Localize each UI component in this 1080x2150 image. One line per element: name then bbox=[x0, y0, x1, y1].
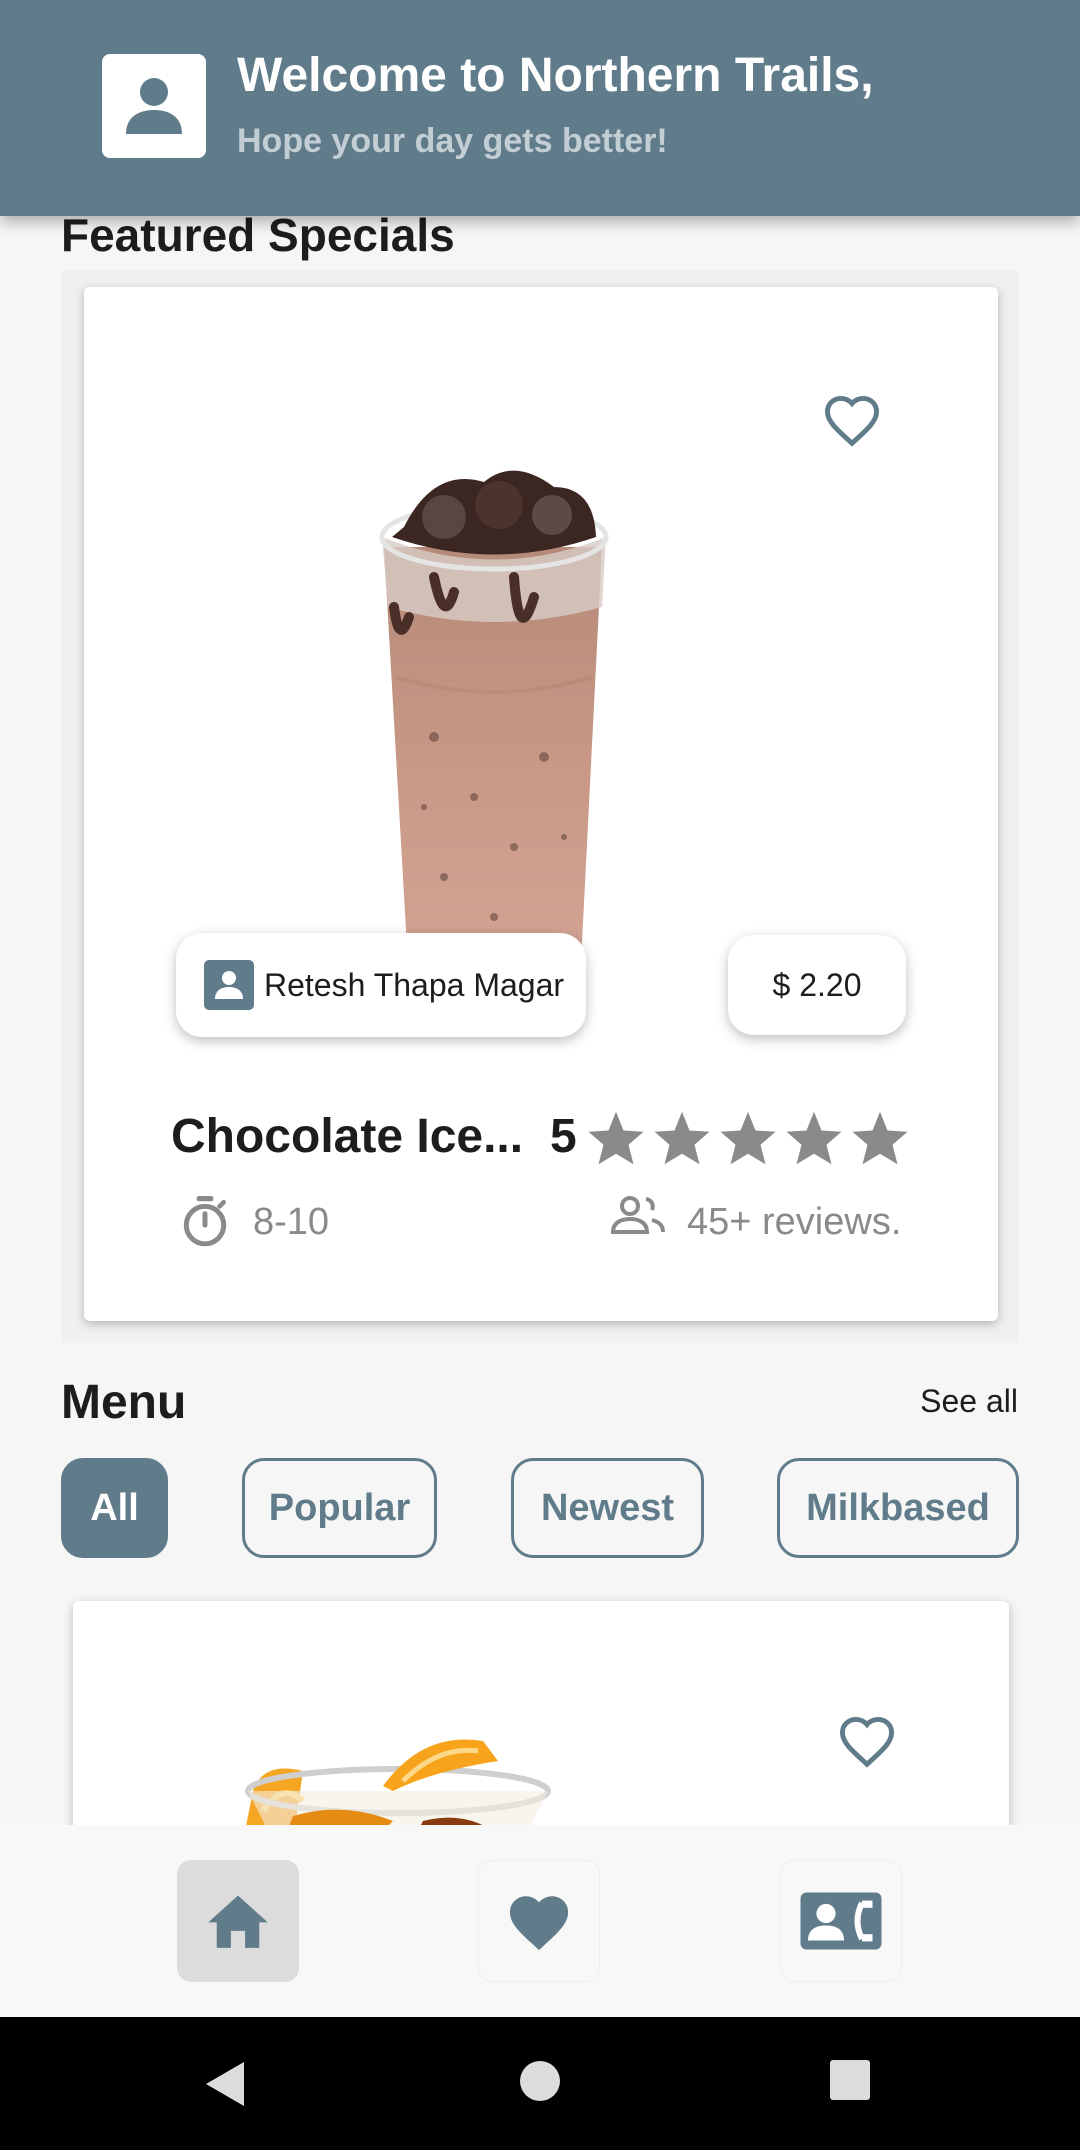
star-icon bbox=[720, 1111, 776, 1165]
menu-item-card[interactable] bbox=[73, 1601, 1009, 1831]
heart-outline-icon bbox=[839, 1716, 895, 1768]
system-navigation-bar bbox=[0, 2017, 1080, 2150]
author-chip: Retesh Thapa Magar bbox=[176, 933, 586, 1037]
drink-image bbox=[245, 1739, 551, 1831]
heart-icon bbox=[509, 1896, 569, 1951]
home-icon bbox=[208, 1895, 268, 1948]
star-icon bbox=[588, 1111, 644, 1165]
featured-section-title: Featured Specials bbox=[61, 209, 455, 261]
nav-contact-button[interactable] bbox=[780, 1860, 902, 1982]
contact-phone-icon bbox=[800, 1892, 882, 1950]
account-box-icon[interactable] bbox=[102, 54, 206, 158]
star-rating bbox=[586, 1109, 910, 1167]
item-name: Chocolate Ice... bbox=[171, 1110, 524, 1163]
menu-section-title: Menu bbox=[61, 1376, 187, 1429]
favorite-button[interactable] bbox=[829, 1703, 905, 1779]
people-icon bbox=[610, 1196, 665, 1234]
prep-time: 8-10 bbox=[253, 1201, 330, 1243]
drink-image bbox=[379, 470, 609, 990]
star-icon bbox=[654, 1111, 710, 1165]
reviews-count: 45+ reviews. bbox=[687, 1201, 902, 1243]
filter-newest[interactable]: Newest bbox=[511, 1458, 704, 1558]
welcome-subtitle: Hope your day gets better! bbox=[237, 122, 668, 160]
app-header: Welcome to Northern Trails, Hope your da… bbox=[0, 0, 1080, 216]
back-icon[interactable] bbox=[202, 2059, 248, 2109]
home-circle-icon[interactable] bbox=[518, 2059, 562, 2103]
author-name: Retesh Thapa Magar bbox=[264, 966, 565, 1003]
heart-outline-icon bbox=[824, 395, 880, 447]
filter-milkbased[interactable]: Milkbased bbox=[777, 1458, 1019, 1558]
star-icon bbox=[852, 1111, 908, 1165]
filter-all[interactable]: All bbox=[61, 1458, 168, 1558]
star-icon bbox=[786, 1111, 842, 1165]
rating-value: 5 bbox=[550, 1110, 577, 1163]
featured-item-card[interactable]: Retesh Thapa Magar $ 2.20 Chocolate Ice.… bbox=[84, 287, 998, 1321]
filter-popular[interactable]: Popular bbox=[242, 1458, 437, 1558]
see-all-link[interactable]: See all bbox=[920, 1383, 1018, 1420]
bottom-navigation bbox=[0, 1825, 1080, 2017]
price-chip: $ 2.20 bbox=[728, 935, 906, 1035]
account-box-icon bbox=[204, 960, 254, 1010]
nav-favorites-button[interactable] bbox=[478, 1860, 600, 1982]
welcome-title: Welcome to Northern Trails, bbox=[237, 49, 874, 102]
favorite-button[interactable] bbox=[814, 382, 890, 458]
nav-home-button[interactable] bbox=[177, 1860, 299, 1982]
timer-icon bbox=[183, 1196, 227, 1247]
recents-icon[interactable] bbox=[829, 2059, 871, 2101]
